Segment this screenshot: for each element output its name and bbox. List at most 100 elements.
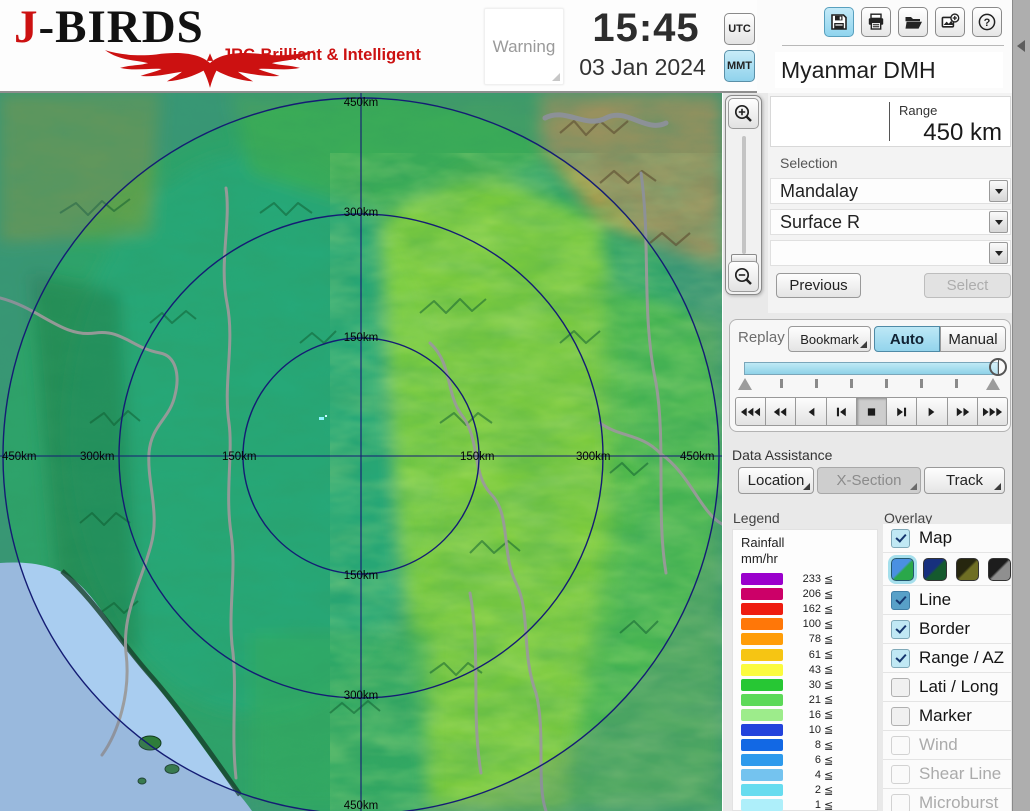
legend-color-swatch [741,693,783,706]
play-button[interactable] [916,397,948,426]
panel-collapse-strip[interactable] [1012,0,1030,811]
legend-value: 2 [814,784,821,797]
map-style-swatch-3[interactable] [955,557,979,581]
legend-rows: 233 ≦ 206 ≦ 162 ≦ 100 ≦ 78 ≦ 61 ≦ 43 ≦ 30 ≦ 21 ≦ 16 ≦ 10 ≦ 8 ≦ 6… [741,572,877,811]
overlay-item-label: Range / AZ [919,648,1005,667]
help-button[interactable]: ? [972,7,1002,37]
overlay-row-marker[interactable]: Marker [883,702,1011,731]
map-style-swatch-4[interactable] [987,557,1011,581]
auto-button[interactable]: Auto [874,326,940,352]
mmt-button[interactable]: MMT [724,50,755,82]
checkbox-border[interactable] [891,619,910,639]
radar-echo [319,417,324,420]
legend-color-swatch [741,708,783,721]
legend-color-swatch [741,769,783,782]
legend-value: 30 [808,678,821,691]
fast-forward-button[interactable] [946,397,978,426]
manual-button[interactable]: Manual [940,326,1006,352]
resize-grip-icon[interactable] [552,73,560,81]
jbirds-logo: J-BIRDS JRC-Brilliant & Intelligent Rada… [10,1,421,119]
xsection-button[interactable]: X-Section [817,467,921,494]
step-back-button[interactable] [825,397,857,426]
less-than-equal-symbol: ≦ [824,573,834,586]
zoom-in-button[interactable] [728,98,759,129]
overlay-row-microburst[interactable]: Microburst [883,789,1011,811]
zoom-slider-track[interactable] [742,136,746,254]
option-dropdown[interactable] [770,240,1011,266]
less-than-equal-symbol: ≦ [824,739,834,752]
overlay-row-border[interactable]: Border [883,615,1011,644]
site-dropdown[interactable]: Mandalay [770,178,1011,204]
brand-initial: J [14,1,39,53]
checkbox-map[interactable] [891,528,910,548]
eagle-logo-icon [105,50,315,88]
legend-color-swatch [741,739,783,752]
jbirds-application-window: J-BIRDS JRC-Brilliant & Intelligent Rada… [0,0,1030,811]
range-ring-label: 300km [344,690,379,702]
reverse-play-button[interactable] [795,397,827,426]
legend-value: 8 [814,739,821,752]
legend-value: 78 [808,633,821,646]
site-dropdown-value: Mandalay [780,180,859,201]
checkbox-marker[interactable] [891,706,910,726]
fast-rewind-button[interactable] [765,397,797,426]
help-icon: ? [978,13,996,31]
range-label: Range [899,103,938,118]
option-dropdown-button[interactable] [989,242,1008,264]
overlay-item-label: Wind [919,735,958,754]
bookmark-button[interactable]: Bookmark [788,326,871,352]
terrain-map[interactable]: 450km 300km 150km 150km 300km 450km 450km 300km… [0,93,722,811]
open-folder-button[interactable] [898,7,928,37]
overlay-row-lati-long[interactable]: Lati / Long [883,673,1011,702]
legend-title-line2: mm/hr [741,551,778,567]
checkbox-lati-long[interactable] [891,677,910,697]
fast-rewind-3x-button[interactable] [735,397,767,426]
save-button[interactable] [824,7,854,37]
stop-button[interactable] [855,397,888,426]
product-dropdown[interactable]: Surface R [770,209,1011,235]
checkbox-range-az[interactable] [891,648,910,668]
less-than-equal-symbol: ≦ [824,694,834,707]
zoom-in-icon [734,104,752,122]
utc-button[interactable]: UTC [724,13,755,45]
range-ring-label: 450km [344,97,379,109]
legend-value: 21 [808,693,821,706]
map-style-swatch-2[interactable] [923,557,947,581]
replay-label: Replay [738,329,785,346]
range-ring-label: 450km [680,451,715,463]
map-style-swatch-1[interactable] [891,557,915,581]
range-ring-label: 150km [344,570,379,582]
overlay-row-wind[interactable]: Wind [883,731,1011,760]
capture-image-button[interactable] [935,7,965,37]
location-button[interactable]: Location [738,467,814,494]
collapse-arrow-icon[interactable] [1017,40,1025,52]
replay-progress-bar[interactable] [744,362,998,375]
replay-range-end-marker[interactable] [986,378,1000,390]
open-folder-icon [905,17,922,29]
checkbox-line[interactable] [891,590,910,610]
fast-forward-3x-button[interactable] [976,397,1008,426]
checkbox-wind [891,735,910,755]
step-forward-button[interactable] [886,397,918,426]
overlay-row-line[interactable]: Line [883,586,1011,615]
legend-color-swatch [741,754,783,767]
legend-row: 2 ≦ [741,783,877,798]
range-ring-label: 150km [460,451,495,463]
overlay-row-range-az[interactable]: Range / AZ [883,644,1011,673]
zoom-out-button[interactable] [728,261,759,292]
overlay-row-shear-line[interactable]: Shear Line [883,760,1011,789]
track-button[interactable]: Track [924,467,1005,494]
range-ring-label: 150km [222,451,257,463]
warning-panel[interactable]: Warning [484,8,564,85]
print-button[interactable] [861,7,891,37]
select-button[interactable]: Select [924,273,1011,298]
previous-button[interactable]: Previous [776,273,861,298]
site-dropdown-button[interactable] [989,180,1008,202]
overlay-row-map[interactable]: Map [883,524,1011,553]
legend-value: 206 [802,588,821,601]
replay-range-start-marker[interactable] [738,378,752,390]
clock-date: 03 Jan 2024 [579,54,706,80]
radar-map-display[interactable]: 450km 300km 150km 150km 300km 450km 450km 300km… [0,93,722,811]
product-dropdown-button[interactable] [989,211,1008,233]
replay-slider-knob[interactable] [989,358,1007,376]
